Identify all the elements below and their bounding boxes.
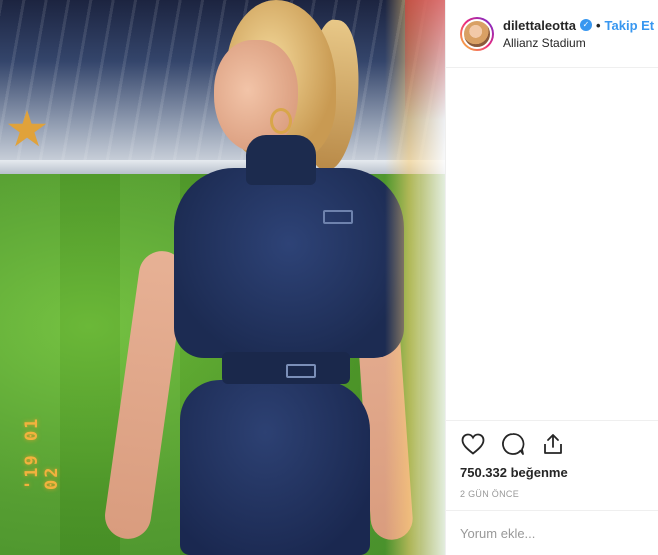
post-side-panel: dilettaleotta ✓ • Takip Et Allianz Stadi…: [445, 0, 658, 555]
avatar[interactable]: [462, 18, 492, 49]
belt-buckle: [286, 364, 316, 378]
comment-input[interactable]: [460, 525, 645, 541]
likes-count[interactable]: 750.332 beğenme: [460, 465, 568, 480]
turtleneck: [246, 135, 316, 185]
location-link[interactable]: Allianz Stadium: [503, 36, 654, 50]
navy-skirt: [180, 380, 370, 555]
hoop-earring: [270, 108, 292, 134]
star-emblem: ★: [4, 101, 50, 157]
date-stamp: '19 01 02: [22, 416, 62, 490]
comment-icon[interactable]: [500, 431, 526, 457]
share-icon[interactable]: [540, 431, 566, 457]
post-header: dilettaleotta ✓ • Takip Et Allianz Stadi…: [446, 0, 658, 68]
header-row: dilettaleotta ✓ • Takip Et: [503, 18, 654, 33]
verified-badge-icon: ✓: [579, 19, 592, 31]
post-photo[interactable]: ★ '19 01 02: [0, 0, 445, 555]
navy-top: [174, 168, 404, 358]
separator-dot: •: [595, 17, 601, 33]
post-timestamp[interactable]: 2 GÜN ÖNCE: [460, 489, 519, 499]
follow-button[interactable]: Takip Et: [605, 18, 655, 33]
avatar-story-ring[interactable]: [460, 16, 494, 51]
woman-figure: [102, 0, 415, 555]
header-text: dilettaleotta ✓ • Takip Et Allianz Stadi…: [503, 18, 654, 50]
heart-icon[interactable]: [460, 431, 486, 457]
chest-logo: [323, 210, 353, 224]
action-icons: [460, 431, 566, 457]
username-link[interactable]: dilettaleotta: [503, 18, 576, 33]
instagram-post: ★ '19 01 02 dilettaleotta ✓ • Takip Et A…: [0, 0, 658, 555]
comment-box: [446, 510, 658, 555]
light-leak-red: [405, 0, 445, 120]
